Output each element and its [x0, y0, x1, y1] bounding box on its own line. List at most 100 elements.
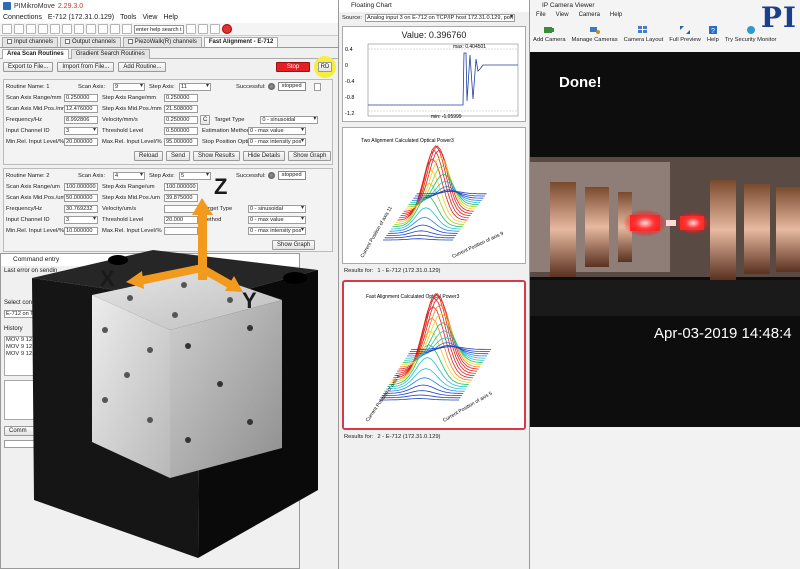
camera-layout-button[interactable]: Camera Layout: [624, 25, 663, 43]
menu-controller[interactable]: E-712 (172.31.0.129): [48, 14, 114, 21]
import-from-file-button[interactable]: Import from File...: [57, 62, 115, 72]
y-tick: -0.4: [345, 79, 354, 85]
manage-cameras-button[interactable]: Manage Cameras: [572, 25, 618, 43]
live-value-panel: Value: 0.396760 0.4 0 -0.4 -0.8 -1.2 max…: [342, 26, 526, 122]
param-field[interactable]: 21.508000: [164, 104, 198, 113]
help-icon[interactable]: [198, 24, 208, 34]
tab-input-channels[interactable]: Input channels: [2, 37, 59, 47]
param-field[interactable]: 20.000000: [64, 137, 98, 146]
channel-tabs: Input channels Output channels PiezoWalk…: [0, 36, 339, 48]
open-icon[interactable]: [26, 24, 36, 34]
hide-details-button[interactable]: Hide Details: [242, 150, 286, 161]
connect-icon[interactable]: [2, 24, 12, 34]
cam-menu-view[interactable]: View: [556, 12, 569, 22]
param-label: Frequency/Hz: [6, 116, 43, 123]
tab-fast-alignment[interactable]: Fast Alignment - E-712: [203, 37, 279, 47]
source-select[interactable]: Analog input 3 on E-712 on TCP/IP host 1…: [364, 14, 515, 22]
export-to-file-button[interactable]: Export to File...: [3, 62, 54, 72]
param-field[interactable]: 12.476000: [64, 104, 98, 113]
parameter-row: Frequency/Hz 8.992806 Velocity/mm/s 0.25000…: [6, 114, 319, 125]
routine-1-panel: Routine Name: 1 Scan Axis: 9 Step Axis: …: [3, 79, 333, 165]
pim-version: 2.29.3.0: [57, 2, 84, 10]
param-field[interactable]: 0.250000: [164, 115, 198, 124]
results-label: Results for:: [344, 434, 374, 440]
grid-icon[interactable]: [110, 24, 120, 34]
pi-logo: PI: [760, 1, 797, 34]
search-icon[interactable]: [186, 24, 196, 34]
cam-menu-camera[interactable]: Camera: [579, 12, 600, 22]
settings-icon[interactable]: [50, 24, 60, 34]
camera-lower-area: [530, 427, 800, 569]
disconnect-icon[interactable]: [14, 24, 24, 34]
tool-icon[interactable]: [122, 24, 132, 34]
save-icon[interactable]: [38, 24, 48, 34]
axis-z-label: Z: [214, 174, 227, 199]
successful-indicator: Successful:: [236, 83, 275, 90]
results-row-2: Results for: 2 - E-712 (172.31.0.129): [344, 434, 441, 440]
help-search-input[interactable]: enter help search t: [134, 24, 184, 34]
show-results-button[interactable]: Show Results: [193, 150, 240, 161]
plot-2-title: Fast Alignment Calculated Optical Power3: [366, 294, 460, 300]
param-select[interactable]: 0 - sinusoidal: [260, 115, 319, 124]
info-icon[interactable]: [210, 24, 220, 34]
cam-menu-help[interactable]: Help: [610, 12, 622, 22]
param-select[interactable]: 3: [64, 126, 98, 135]
menu-view[interactable]: View: [142, 14, 157, 21]
menu-help[interactable]: Help: [163, 14, 177, 21]
param-field[interactable]: 0.250000: [164, 93, 198, 102]
show-graph-button[interactable]: Show Graph: [288, 150, 332, 161]
scan-axis-label: Scan Axis:: [78, 83, 106, 90]
action-row: Export to File... Import from File... Ad…: [0, 56, 339, 78]
tab-checkbox[interactable]: [65, 38, 71, 44]
macro-icon[interactable]: [62, 24, 72, 34]
add-camera-button[interactable]: Add Camera: [533, 25, 566, 43]
add-routine-button[interactable]: Add Routine...: [118, 62, 167, 72]
menu-tools[interactable]: Tools: [120, 14, 136, 21]
param-field[interactable]: 95.000000: [164, 137, 198, 146]
surface-plot-2: Fast Alignment Calculated Optical Power3…: [365, 292, 494, 424]
param-select[interactable]: 0 - max value: [248, 126, 306, 135]
param-label: Scan Axis Mid.Pos./mm: [6, 105, 67, 112]
scan-axis-select[interactable]: 9: [113, 82, 145, 91]
send-button[interactable]: Send: [166, 150, 191, 161]
surface-line: [379, 398, 459, 401]
full-preview-button[interactable]: Full Preview: [669, 25, 701, 43]
pim-titlebar: PIMikroMove 2.29.3.0: [0, 0, 339, 12]
surface-line: [383, 238, 453, 241]
stop-button[interactable]: Stop: [276, 62, 310, 72]
plot-icon[interactable]: [86, 24, 96, 34]
pim-menubar: Connections E-712 (172.31.0.129) Tools V…: [0, 12, 339, 23]
step-axis-select[interactable]: 11: [179, 82, 211, 91]
menu-connections[interactable]: Connections: [3, 14, 42, 21]
scan-icon[interactable]: [98, 24, 108, 34]
source-row: Source: Analog input 3 on E-712 on TCP/I…: [339, 12, 529, 24]
full-preview-icon: [680, 26, 691, 34]
reload-button[interactable]: Reload: [134, 150, 164, 161]
routine-1-checkbox[interactable]: [313, 82, 321, 91]
camera-menubar: File View Camera Help: [530, 12, 800, 22]
manage-cameras-icon: [589, 27, 600, 34]
surface-plot-1-panel: Two Alignment Calculated Optical Power3 …: [342, 127, 526, 264]
param-field[interactable]: 0.500000: [164, 126, 198, 135]
param-label: Scan Axis Range/mm: [6, 94, 62, 101]
tab-gradient-search-routines[interactable]: Gradient Search Routines: [70, 49, 150, 59]
stop-all-icon[interactable]: [222, 24, 232, 34]
run-routine-button[interactable]: RD: [317, 62, 333, 72]
surface-plot-2-panel: Fast Alignment Calculated Optical Power3…: [342, 280, 526, 430]
tab-output-channels[interactable]: Output channels: [60, 37, 121, 47]
help-button[interactable]: ? Help: [707, 25, 719, 43]
tab-checkbox[interactable]: [7, 38, 12, 44]
step-axis-label: Step Axis:: [149, 83, 175, 90]
param-field[interactable]: 8.992806: [64, 115, 98, 124]
app-icon: [3, 2, 11, 10]
param-label: Max.Rel. Input Level/%: [102, 138, 162, 145]
chart-icon[interactable]: [74, 24, 84, 34]
tab-area-scan-routines[interactable]: Area Scan Routines: [2, 49, 69, 59]
c-button[interactable]: C: [200, 114, 211, 125]
tab-checkbox[interactable]: [127, 38, 133, 44]
cam-menu-file[interactable]: File: [536, 12, 546, 22]
param-field[interactable]: 0.250000: [64, 93, 98, 102]
tab-piezowalk-channels[interactable]: PiezoWalk(R) channels: [122, 37, 202, 47]
y-tick: -1.2: [345, 111, 354, 117]
param-select[interactable]: 0 - max intensity pos: [248, 137, 306, 146]
